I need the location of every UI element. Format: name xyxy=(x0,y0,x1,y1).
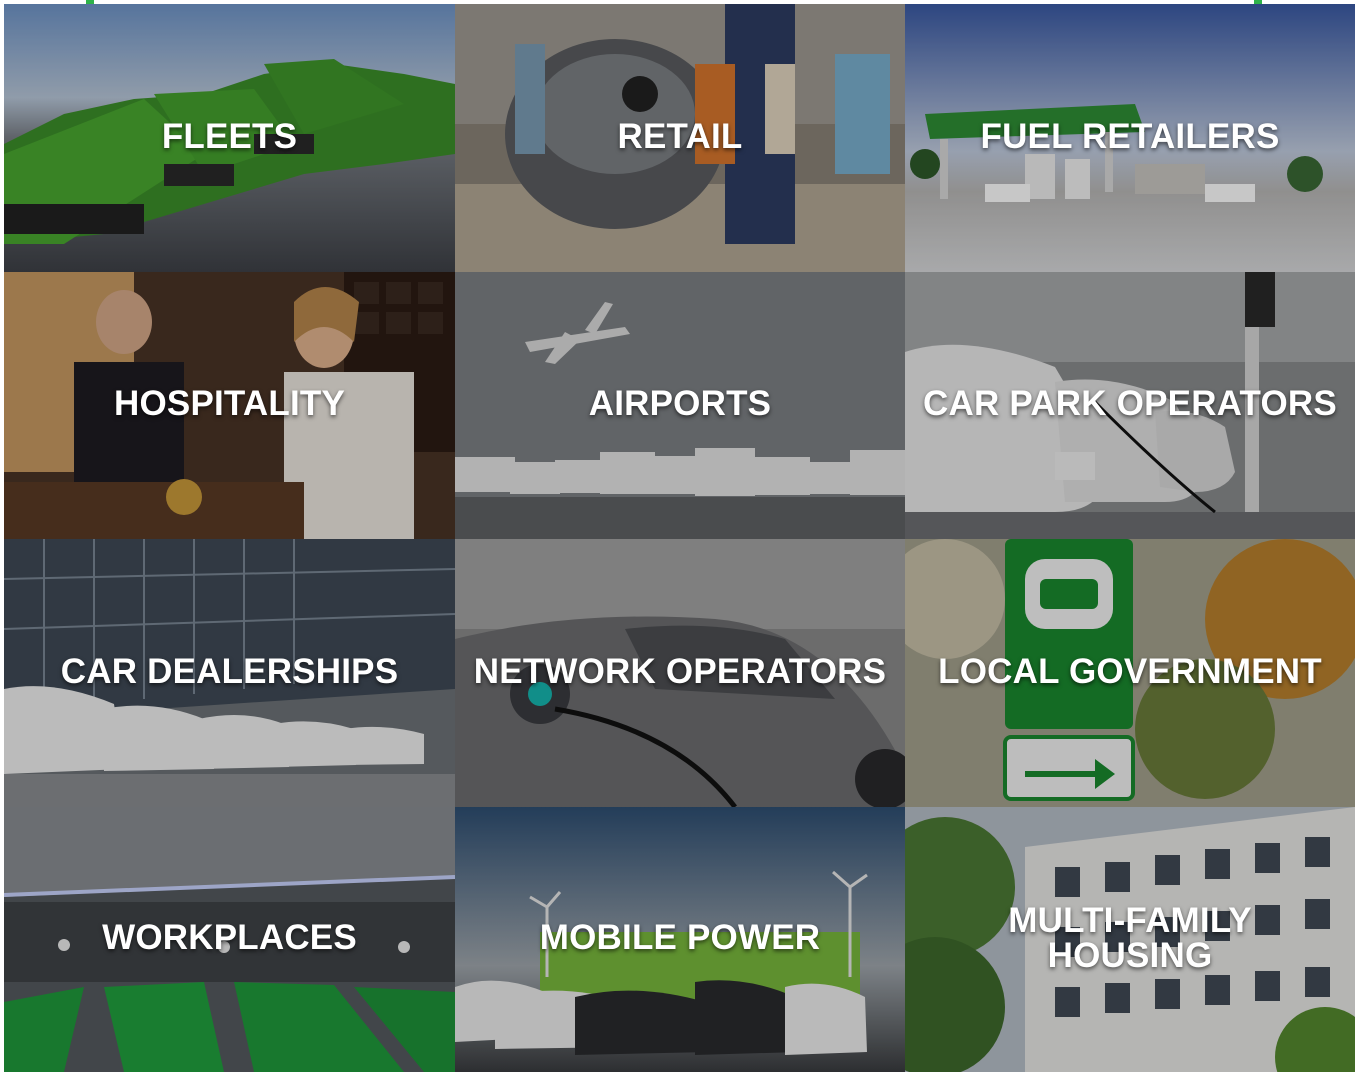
tile-hospitality[interactable]: HOSPITALITY xyxy=(4,272,455,539)
tile-label: AIRPORTS xyxy=(588,384,772,423)
tile-local-government[interactable]: LOCAL GOVERNMENT xyxy=(905,539,1355,807)
tile-network-operators[interactable]: NETWORK OPERATORS xyxy=(455,539,905,807)
tile-retail[interactable]: RETAIL xyxy=(455,4,905,272)
tile-workplaces[interactable]: WORKPLACES xyxy=(4,807,455,1072)
tile-label: MOBILE POWER xyxy=(539,918,821,957)
tile-airports[interactable]: AIRPORTS xyxy=(455,272,905,539)
tile-label: HOSPITALITY xyxy=(114,384,345,423)
tile-label: CAR DEALERSHIPS xyxy=(60,651,399,691)
tile-label: RETAIL xyxy=(617,116,743,156)
sectors-grid: FLEETS RETAIL FUEL RETAILERS HOSPITALITY… xyxy=(4,4,1355,1072)
tile-label: FLEETS xyxy=(161,116,298,156)
tile-label: LOCAL GOVERNMENT xyxy=(938,651,1322,691)
tile-car-park-operators[interactable]: CAR PARK OPERATORS xyxy=(905,272,1355,539)
tile-label: FUEL RETAILERS xyxy=(980,116,1280,156)
tile-label: NETWORK OPERATORS xyxy=(473,651,887,691)
tile-label: MULTI-FAMILY HOUSING xyxy=(1008,900,1252,975)
tile-label: CAR PARK OPERATORS xyxy=(923,384,1337,423)
tile-fuel-retailers[interactable]: FUEL RETAILERS xyxy=(905,4,1355,272)
tile-car-dealerships[interactable]: CAR DEALERSHIPS xyxy=(4,539,455,807)
tile-mobile-power[interactable]: MOBILE POWER xyxy=(455,807,905,1072)
tile-label: WORKPLACES xyxy=(102,918,357,957)
tile-multi-family-housing[interactable]: MULTI-FAMILY HOUSING xyxy=(905,807,1355,1072)
tile-fleets[interactable]: FLEETS xyxy=(4,4,455,272)
